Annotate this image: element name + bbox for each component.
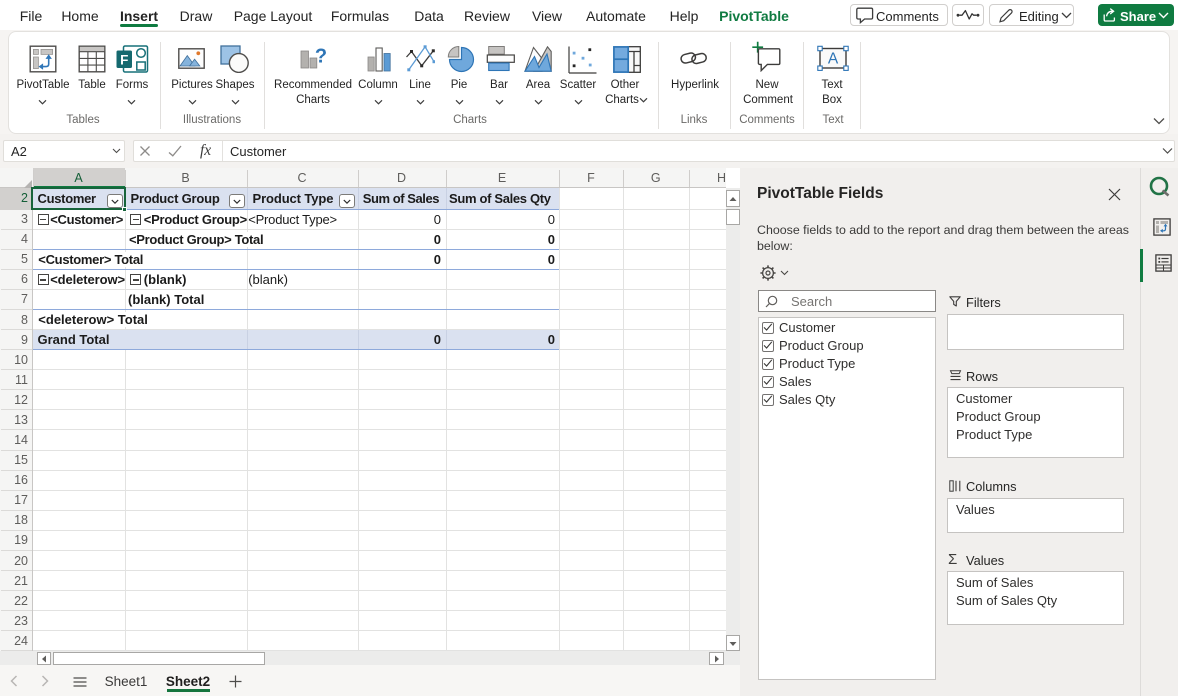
svg-text:F: F: [120, 52, 128, 67]
svg-text:?: ?: [315, 46, 327, 68]
svg-text:A: A: [828, 51, 839, 68]
